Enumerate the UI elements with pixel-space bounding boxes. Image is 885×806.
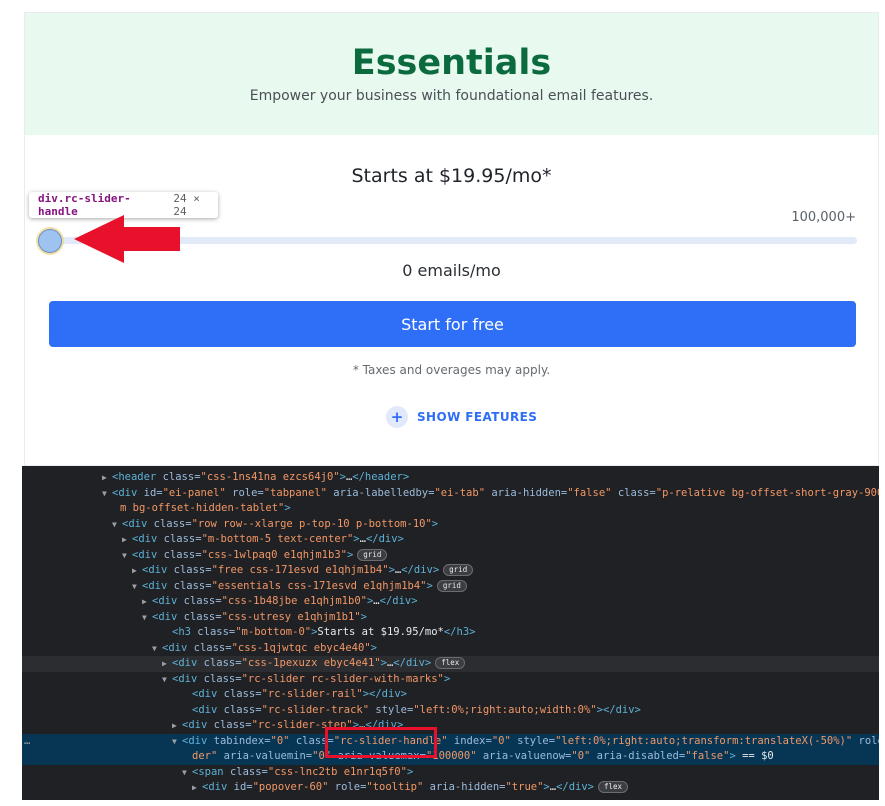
dom-tree-line[interactable]: ▶ <div id="popover-60" role="tooltip" ari… <box>22 780 879 796</box>
plan-title: Essentials <box>351 43 552 83</box>
expand-triangle-icon[interactable]: ▼ <box>172 734 182 750</box>
collapse-triangle-icon[interactable]: ▶ <box>142 594 152 610</box>
expand-triangle-icon[interactable]: ▼ <box>182 765 192 781</box>
more-options-icon[interactable]: … <box>24 734 30 750</box>
dom-tree-line[interactable]: <div class="rc-slider-rail"></div> <box>22 687 879 703</box>
expand-triangle-icon[interactable]: ▼ <box>132 579 142 595</box>
dom-tree-line[interactable]: ▼ <div class="css-1wlpaq0 e1qhjm1b3"> grid <box>22 548 879 564</box>
dom-tree-line[interactable]: ▼ <div class="rc-slider rc-slider-with-ma… <box>22 672 879 688</box>
dom-node-markup: <div class="css-1wlpaq0 e1qhjm1b3"> grid <box>132 548 388 561</box>
dom-tree-line[interactable]: der" aria-valuemin="0" aria-valuemax="10… <box>22 749 879 765</box>
dom-tree-line[interactable]: ▶ <div class="css-1pexuzx ebyc4e41">…</di… <box>22 656 879 672</box>
dom-node-markup: <div class="essentials css-171esvd e1qhj… <box>142 579 467 592</box>
dom-tree-line[interactable]: ▼ <div class="css-1qjwtqc ebyc4e40"> <box>22 641 879 657</box>
dom-node-markup: m bg-offset-hidden-tablet"> <box>120 502 291 514</box>
highlight-box <box>325 727 437 758</box>
dom-node-markup: <div class="row row--xlarge p-top-10 p-b… <box>122 517 439 530</box>
dom-tree-line[interactable]: <h3 class="m-bottom-0">Starts at $19.95/… <box>22 625 879 641</box>
dom-tree-line[interactable]: ▼ <span class="css-lnc2tb e1nr1q5f0"> <box>22 765 879 781</box>
expand-triangle-icon[interactable]: ▼ <box>122 548 132 564</box>
collapse-triangle-icon[interactable]: ▶ <box>162 656 172 672</box>
dom-tree-line[interactable]: ▼ <div class="essentials css-171esvd e1qh… <box>22 579 879 595</box>
dom-tree-line[interactable]: … ▼ <div tabindex="0" class="rc-slider-han… <box>22 733 879 750</box>
dom-node-markup: <div tabindex="0" class="rc-slider-handl… <box>182 734 879 747</box>
taxes-note: * Taxes and overages may apply. <box>352 363 551 377</box>
dom-node-markup: <div id="popover-60" role="tooltip" aria… <box>202 781 629 793</box>
dom-tree-line[interactable]: ▶ <div class="free css-171esvd e1qhjm1b4"… <box>22 563 879 579</box>
dom-tree-line[interactable]: ▶ <header class="css-1ns41na ezcs64j0">…<… <box>22 470 879 486</box>
start-for-free-button[interactable]: Start for free <box>49 301 856 347</box>
show-features-button[interactable]: + SHOW FEATURES <box>386 406 537 428</box>
expand-triangle-icon[interactable]: ▼ <box>112 517 122 533</box>
dom-node-markup: <div class="free css-171esvd e1qhjm1b4">… <box>142 564 474 576</box>
collapse-triangle-icon[interactable]: ▶ <box>102 470 112 486</box>
show-features-label: SHOW FEATURES <box>417 410 538 424</box>
dom-node-markup: <div class="css-1b48jbe e1qhjm1b0">…</di… <box>152 595 418 607</box>
plan-hero: Essentials Empower your business with fo… <box>25 13 878 135</box>
collapse-triangle-icon[interactable]: ▶ <box>122 532 132 548</box>
dom-node-markup: <h3 class="m-bottom-0">Starts at $19.95/… <box>172 626 476 638</box>
dom-node-markup: <div class="css-1qjwtqc ebyc4e40"> <box>162 641 377 654</box>
devtools-elements-panel[interactable]: ▶ <header class="css-1ns41na ezcs64j0">…<… <box>22 466 879 800</box>
dom-node-markup: <div class="css-1pexuzx ebyc4e41">…</div… <box>172 657 466 669</box>
dom-tree-line[interactable]: ▼ <div class="css-utresy e1qhjm1b1"> <box>22 610 879 626</box>
collapse-triangle-icon[interactable]: ▶ <box>132 563 142 579</box>
slider-handle[interactable] <box>38 229 62 253</box>
dom-node-markup: <div class="m-bottom-5 text-center">…</d… <box>132 533 404 545</box>
dom-node-markup: <div class="rc-slider-rail"></div> <box>192 688 407 700</box>
dom-tree-line[interactable]: m bg-offset-hidden-tablet"> <box>22 501 879 517</box>
plan-subtitle: Empower your business with foundational … <box>249 88 654 104</box>
dom-tree-line[interactable]: <div class="rc-slider-track" style="left… <box>22 703 879 719</box>
page: Essentials Empower your business with fo… <box>0 0 885 806</box>
plan-price: Starts at $19.95/mo* <box>351 165 552 187</box>
collapse-triangle-icon[interactable]: ▶ <box>192 780 202 796</box>
dom-tree-line[interactable]: ▼ <div id="ei-panel" role="tabpanel" aria… <box>22 486 879 502</box>
dom-node-markup: der" aria-valuemin="0" aria-valuemax="10… <box>192 750 774 762</box>
dom-node-markup: <div id="ei-panel" role="tabpanel" aria-… <box>112 486 879 499</box>
expand-triangle-icon[interactable]: ▼ <box>102 486 112 502</box>
plus-icon: + <box>386 406 408 428</box>
expand-triangle-icon[interactable]: ▼ <box>162 672 172 688</box>
collapse-triangle-icon[interactable]: ▶ <box>172 718 182 734</box>
dom-tree-line[interactable]: ▶ <div class="m-bottom-5 text-center">…</… <box>22 532 879 548</box>
expand-triangle-icon[interactable]: ▼ <box>152 641 162 657</box>
dom-tree-line[interactable]: ▶ <div class="rc-slider-step">…</div> <box>22 718 879 734</box>
dom-node-markup: <header class="css-1ns41na ezcs64j0">…</… <box>112 471 410 483</box>
dom-node-markup: <div class="rc-slider-track" style="left… <box>192 703 641 716</box>
red-arrow-icon <box>74 215 180 263</box>
dom-tree-line[interactable]: ▼ <div class="row row--xlarge p-top-10 p-… <box>22 517 879 533</box>
expand-triangle-icon[interactable]: ▼ <box>142 610 152 626</box>
dom-node-markup: <div class="css-utresy e1qhjm1b1"> <box>152 610 367 623</box>
dom-node-markup: <div class="rc-slider rc-slider-with-mar… <box>172 672 451 685</box>
slider-max-label: 100,000+ <box>791 210 856 225</box>
dom-tree-line[interactable]: ▶ <div class="css-1b48jbe e1qhjm1b0">…</d… <box>22 594 879 610</box>
dom-node-markup: <span class="css-lnc2tb e1nr1q5f0"> <box>192 765 414 778</box>
